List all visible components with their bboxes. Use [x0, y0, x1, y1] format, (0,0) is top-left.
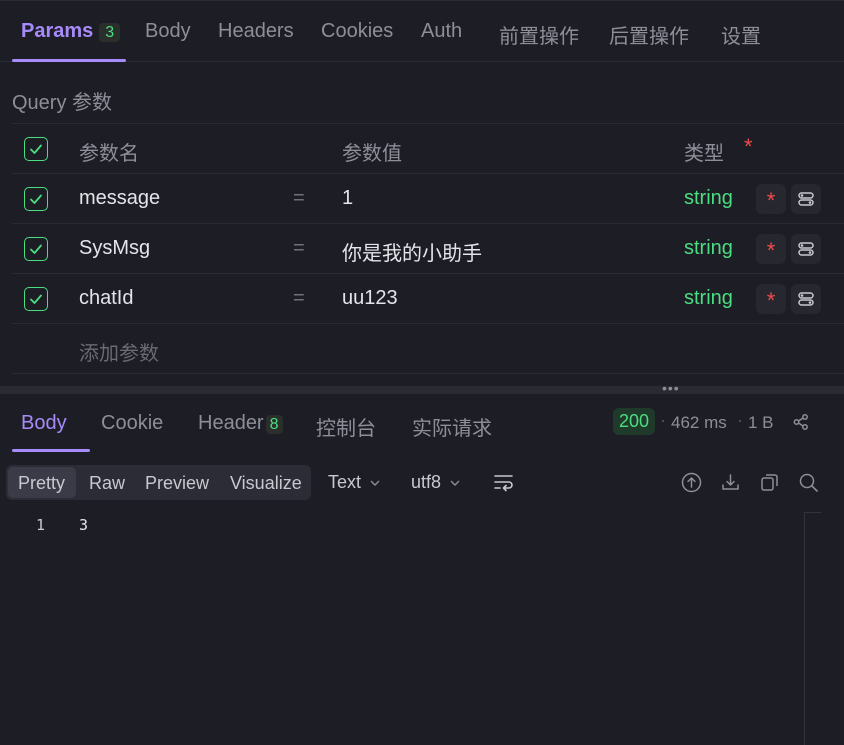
equals-sign: =: [293, 187, 305, 209]
param-enabled-checkbox[interactable]: [24, 287, 48, 311]
content-type-select[interactable]: Text: [328, 472, 381, 493]
download-icon: [722, 474, 739, 490]
param-enabled-checkbox[interactable]: [24, 237, 48, 261]
tab-params[interactable]: Params 3: [21, 20, 121, 43]
table-row: message = 1 string *: [12, 174, 844, 224]
status-badge: 200: [613, 408, 656, 435]
param-enabled-checkbox[interactable]: [24, 187, 48, 211]
response-panel: Body Cookie Header 8 控制台 实际请求 200 · 462 m…: [0, 394, 844, 745]
active-tab-indicator: [12, 59, 126, 62]
copy-button[interactable]: [759, 472, 780, 498]
tab-console[interactable]: 控制台: [316, 412, 376, 441]
tab-response-body[interactable]: Body: [21, 412, 67, 435]
tab-body[interactable]: Body: [145, 20, 191, 43]
line-number: 1: [36, 516, 46, 534]
param-type-select[interactable]: string: [684, 237, 733, 260]
param-type-select[interactable]: string: [684, 187, 733, 210]
tab-post-operation[interactable]: 后置操作: [609, 20, 689, 49]
check-icon: [30, 144, 42, 154]
required-toggle-button[interactable]: *: [756, 234, 786, 264]
encoding-select[interactable]: utf8: [411, 472, 461, 493]
param-name-field[interactable]: message: [79, 187, 160, 210]
tab-response-header[interactable]: Header 8: [198, 412, 283, 435]
wrap-lines-icon: [494, 475, 513, 492]
header-param-name: 参数名: [79, 143, 139, 165]
required-toggle-button[interactable]: *: [756, 184, 786, 214]
request-panel: Params 3 Body Headers Cookies Auth 前置操作 后…: [0, 0, 844, 386]
search-button[interactable]: [798, 472, 819, 498]
param-name-field[interactable]: SysMsg: [79, 237, 150, 260]
param-options-button[interactable]: [791, 284, 821, 314]
params-count-badge: 3: [99, 23, 121, 42]
check-icon: [30, 294, 42, 304]
separator-dot: ·: [660, 410, 666, 430]
query-section-title: Query 参数: [12, 92, 113, 114]
param-type-select[interactable]: string: [684, 287, 733, 310]
header-count-badge: 8: [265, 415, 283, 434]
header-param-type: 类型: [684, 143, 724, 165]
table-row: SysMsg = 你是我的小助手 string *: [12, 224, 844, 274]
share-icon: [793, 414, 808, 430]
header-param-value: 参数值: [342, 143, 402, 165]
chevron-down-icon: [450, 480, 460, 487]
search-icon: [799, 473, 818, 492]
tab-headers[interactable]: Headers: [218, 20, 294, 43]
equals-sign: =: [293, 287, 305, 309]
param-options-button[interactable]: [791, 184, 821, 214]
toggle-options-icon: [798, 292, 814, 306]
toggle-options-icon: [798, 242, 814, 256]
tab-settings[interactable]: 设置: [721, 20, 761, 49]
param-name-field[interactable]: chatId: [79, 287, 133, 310]
params-table: 参数名 参数值 类型 * message = 1 string * SysMsg…: [12, 123, 844, 374]
check-icon: [30, 194, 42, 204]
request-tabs: Params 3 Body Headers Cookies Auth 前置操作 后…: [0, 0, 844, 62]
format-pretty-button[interactable]: Pretty: [18, 473, 65, 494]
param-options-button[interactable]: [791, 234, 821, 264]
download-button[interactable]: [720, 472, 741, 498]
share-button[interactable]: [792, 413, 810, 436]
param-value-field[interactable]: 你是我的小助手: [342, 237, 482, 266]
param-value-field[interactable]: uu123: [342, 287, 398, 310]
select-all-checkbox[interactable]: [24, 137, 48, 161]
params-table-header: 参数名 参数值 类型 *: [12, 124, 844, 174]
response-size: 1 B: [748, 413, 774, 432]
format-preview-button[interactable]: Preview: [145, 473, 209, 494]
editor-scrollbar[interactable]: [804, 512, 805, 745]
check-icon: [30, 244, 42, 254]
panel-splitter[interactable]: [0, 386, 844, 394]
response-time: 462 ms: [671, 413, 727, 432]
upload-button[interactable]: [681, 472, 702, 498]
param-value-field[interactable]: 1: [342, 187, 353, 210]
toggle-options-icon: [798, 192, 814, 206]
tab-pre-operation[interactable]: 前置操作: [499, 20, 579, 49]
tab-auth[interactable]: Auth: [421, 20, 462, 43]
add-param-row[interactable]: 添加参数: [12, 324, 844, 374]
chevron-down-icon: [370, 480, 380, 487]
wrap-lines-button[interactable]: [493, 472, 515, 497]
response-body-text[interactable]: 3: [79, 516, 88, 534]
add-param-placeholder[interactable]: 添加参数: [79, 337, 159, 366]
tab-actual-request[interactable]: 实际请求: [412, 412, 492, 441]
separator-dot: ·: [737, 410, 743, 430]
tab-response-cookie[interactable]: Cookie: [101, 412, 163, 435]
tab-cookies[interactable]: Cookies: [321, 20, 393, 43]
equals-sign: =: [293, 237, 305, 259]
format-visualize-button[interactable]: Visualize: [230, 473, 302, 494]
editor-scrollbar-top: [804, 512, 821, 513]
required-toggle-button[interactable]: *: [756, 284, 786, 314]
format-segmented-control: Pretty Raw Preview Visualize: [6, 465, 311, 500]
header-required-mark: *: [744, 134, 753, 159]
active-response-tab-indicator: [12, 449, 90, 452]
table-row: chatId = uu123 string *: [12, 274, 844, 324]
upload-icon: [681, 472, 702, 493]
copy-icon: [761, 474, 778, 491]
format-raw-button[interactable]: Raw: [89, 473, 125, 494]
